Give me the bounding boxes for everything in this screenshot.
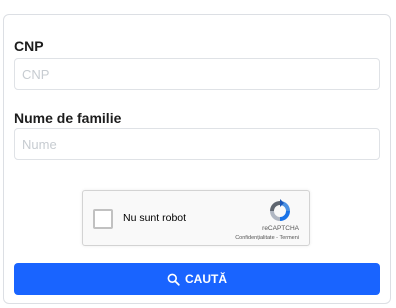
privacy-link[interactable]: Confidențialitate <box>235 235 274 241</box>
cnp-label: CNP <box>14 38 44 54</box>
recaptcha-label: Nu sunt robot <box>123 212 187 224</box>
recaptcha-brand: reCAPTCHA <box>262 225 299 232</box>
search-icon <box>167 273 180 286</box>
surname-label: Nume de familie <box>14 110 122 126</box>
recaptcha-widget: Nu sunt robot reCAPTCHA Confidențialitat… <box>82 190 310 246</box>
cnp-input[interactable] <box>14 58 380 90</box>
recaptcha-links: Confidențialitate - Termeni <box>235 235 299 241</box>
search-button-label: CAUTĂ <box>185 272 227 286</box>
surname-input[interactable] <box>14 128 380 160</box>
recaptcha-checkbox[interactable] <box>93 209 113 229</box>
search-button[interactable]: CAUTĂ <box>14 263 380 295</box>
recaptcha-logo-icon <box>270 199 290 221</box>
terms-link[interactable]: Termeni <box>279 235 299 241</box>
